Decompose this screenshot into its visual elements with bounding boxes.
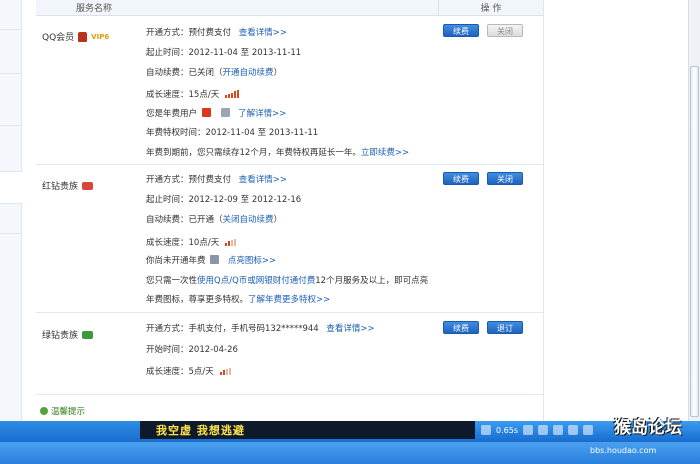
enable-auto-renew-link[interactable]: 开通自动续费 — [223, 68, 274, 78]
more-privileges-link[interactable]: 了解年费更多特权>> — [248, 295, 330, 305]
media-player-bar: 我空虚 我想逃避 — [140, 421, 475, 439]
vertical-scrollbar[interactable] — [688, 0, 700, 421]
scrollbar-thumb[interactable] — [690, 66, 699, 417]
tip-icon — [40, 407, 48, 415]
tray-readout: 0.65s — [496, 425, 518, 435]
service-name: 绿钻贵族 — [42, 328, 94, 341]
nav-segment-active[interactable] — [0, 172, 22, 204]
speed-icon[interactable] — [481, 425, 491, 435]
volume-icon[interactable] — [567, 425, 578, 435]
growth-speed-line: 成长速度：10点/天 — [146, 236, 236, 248]
service-name: QQ会员 VIP6 — [42, 30, 109, 43]
detail-link[interactable]: 查看详情>> — [239, 175, 287, 185]
renew-now-link[interactable]: 立即续费>> — [361, 148, 409, 158]
tips-label: 温馨提示 — [51, 407, 86, 417]
year-status-line: 你尚未开通年费 点亮图标>> — [146, 255, 277, 266]
open-date-line: 开始时间：2012-04-26 — [146, 345, 238, 355]
vip-level-badge: VIP6 — [91, 32, 110, 41]
service-name: 红钻贵族 — [42, 179, 94, 192]
table-header: 服务名称 操 作 — [36, 0, 543, 16]
nav-segment[interactable] — [0, 126, 22, 172]
growth-bars-icon — [219, 367, 231, 375]
services-panel: 服务名称 操 作 QQ会员 VIP6 开通方式：预付费支付 查看详情>> 起止时… — [36, 0, 543, 421]
vip-icon — [78, 31, 88, 42]
watermark-logo: 猴岛论坛 — [614, 417, 682, 438]
left-navigation — [0, 0, 22, 421]
column-operation: 操 作 — [438, 0, 543, 16]
detail-link[interactable]: 查看详情>> — [239, 28, 287, 38]
service-title: QQ会员 — [42, 33, 75, 43]
offer-line-2: 年费图标，尊享更多特权。了解年费更多特权>> — [146, 295, 331, 305]
green-diamond-icon — [82, 330, 94, 339]
period-line: 起止时间：2012-11-04 至 2013-11-11 — [146, 48, 302, 58]
right-panel — [543, 0, 688, 421]
service-title: 红钻贵族 — [42, 182, 79, 192]
red-diamond-icon — [82, 181, 94, 190]
service-title: 绿钻贵族 — [42, 331, 79, 341]
tray-icon[interactable] — [522, 425, 533, 435]
unsubscribe-button[interactable]: 退订 — [487, 321, 523, 334]
auto-renew-line: 自动续费：已开通（关闭自动续费） — [146, 215, 283, 225]
service-row-green-diamond: 绿钻贵族 开通方式：手机支付，手机号码132*****944 查看详情>> 开始… — [36, 313, 543, 395]
growth-speed-line: 成长速度：15点/天 — [146, 88, 239, 100]
renew-button[interactable]: 续费 — [443, 24, 479, 37]
watermark-url: bbs.houdao.com — [590, 446, 657, 455]
growth-speed-line: 成长速度：5点/天 — [146, 365, 231, 377]
period-line: 起止时间：2012-12-09 至 2012-12-16 — [146, 195, 302, 205]
light-icon-link[interactable]: 点亮图标>> — [228, 256, 276, 266]
year-period-line: 年费特权时间：2012-11-04 至 2013-11-11 — [146, 128, 319, 138]
payment-methods-link[interactable]: 使用Q点/Q币或网银财付通付费 — [197, 276, 315, 286]
growth-bars-icon — [224, 238, 236, 246]
close-button[interactable]: 关闭 — [487, 24, 523, 37]
column-service-name: 服务名称 — [76, 4, 113, 14]
offer-line: 您只需一次性使用Q点/Q币或网银财付通付费12个月服务及以上，即可点亮 — [146, 276, 429, 286]
auto-renew-line: 自动续费：已关闭（开通自动续费） — [146, 68, 283, 78]
year-fee-gray-icon — [210, 255, 220, 264]
year-fee-icon — [201, 108, 211, 117]
learn-more-link[interactable]: 了解详情>> — [238, 109, 286, 119]
taskbar: 我空虚 我想逃避 0.65s — [0, 421, 700, 464]
pay-mode-line: 开通方式：手机支付，手机号码132*****944 查看详情>> — [146, 324, 375, 334]
up-arrow-icon[interactable] — [537, 425, 548, 435]
year-fee-card-icon — [221, 108, 231, 117]
renew-button[interactable]: 续费 — [443, 172, 479, 185]
nav-segment[interactable] — [0, 30, 22, 74]
down-arrow-icon[interactable] — [552, 425, 563, 435]
network-icon[interactable] — [582, 425, 593, 435]
renew-button[interactable]: 续费 — [443, 321, 479, 334]
nav-segment[interactable] — [0, 74, 22, 126]
tips-link[interactable]: 温馨提示 — [40, 405, 85, 417]
close-button[interactable]: 关闭 — [487, 172, 523, 185]
pay-mode-line: 开通方式：预付费支付 查看详情>> — [146, 28, 287, 38]
nav-segment[interactable] — [0, 204, 22, 234]
service-row-red-diamond: 红钻贵族 开通方式：预付费支付 查看详情>> 起止时间：2012-12-09 至… — [36, 165, 543, 313]
disable-auto-renew-link[interactable]: 关闭自动续费 — [223, 215, 274, 225]
subtitle-text: 我空虚 我想逃避 — [156, 424, 245, 437]
service-row-qq-vip: QQ会员 VIP6 开通方式：预付费支付 查看详情>> 起止时间：2012-11… — [36, 16, 543, 165]
pay-mode-line: 开通方式：预付费支付 查看详情>> — [146, 175, 287, 185]
year-user-line: 您是年费用户 了解详情>> — [146, 108, 287, 119]
detail-link[interactable]: 查看详情>> — [326, 324, 374, 334]
year-due-line: 年费到期前，您只需续存12个月，年费特权再延长一年。立即续费>> — [146, 148, 410, 158]
nav-segment[interactable] — [0, 0, 22, 30]
growth-bars-icon — [224, 90, 239, 98]
